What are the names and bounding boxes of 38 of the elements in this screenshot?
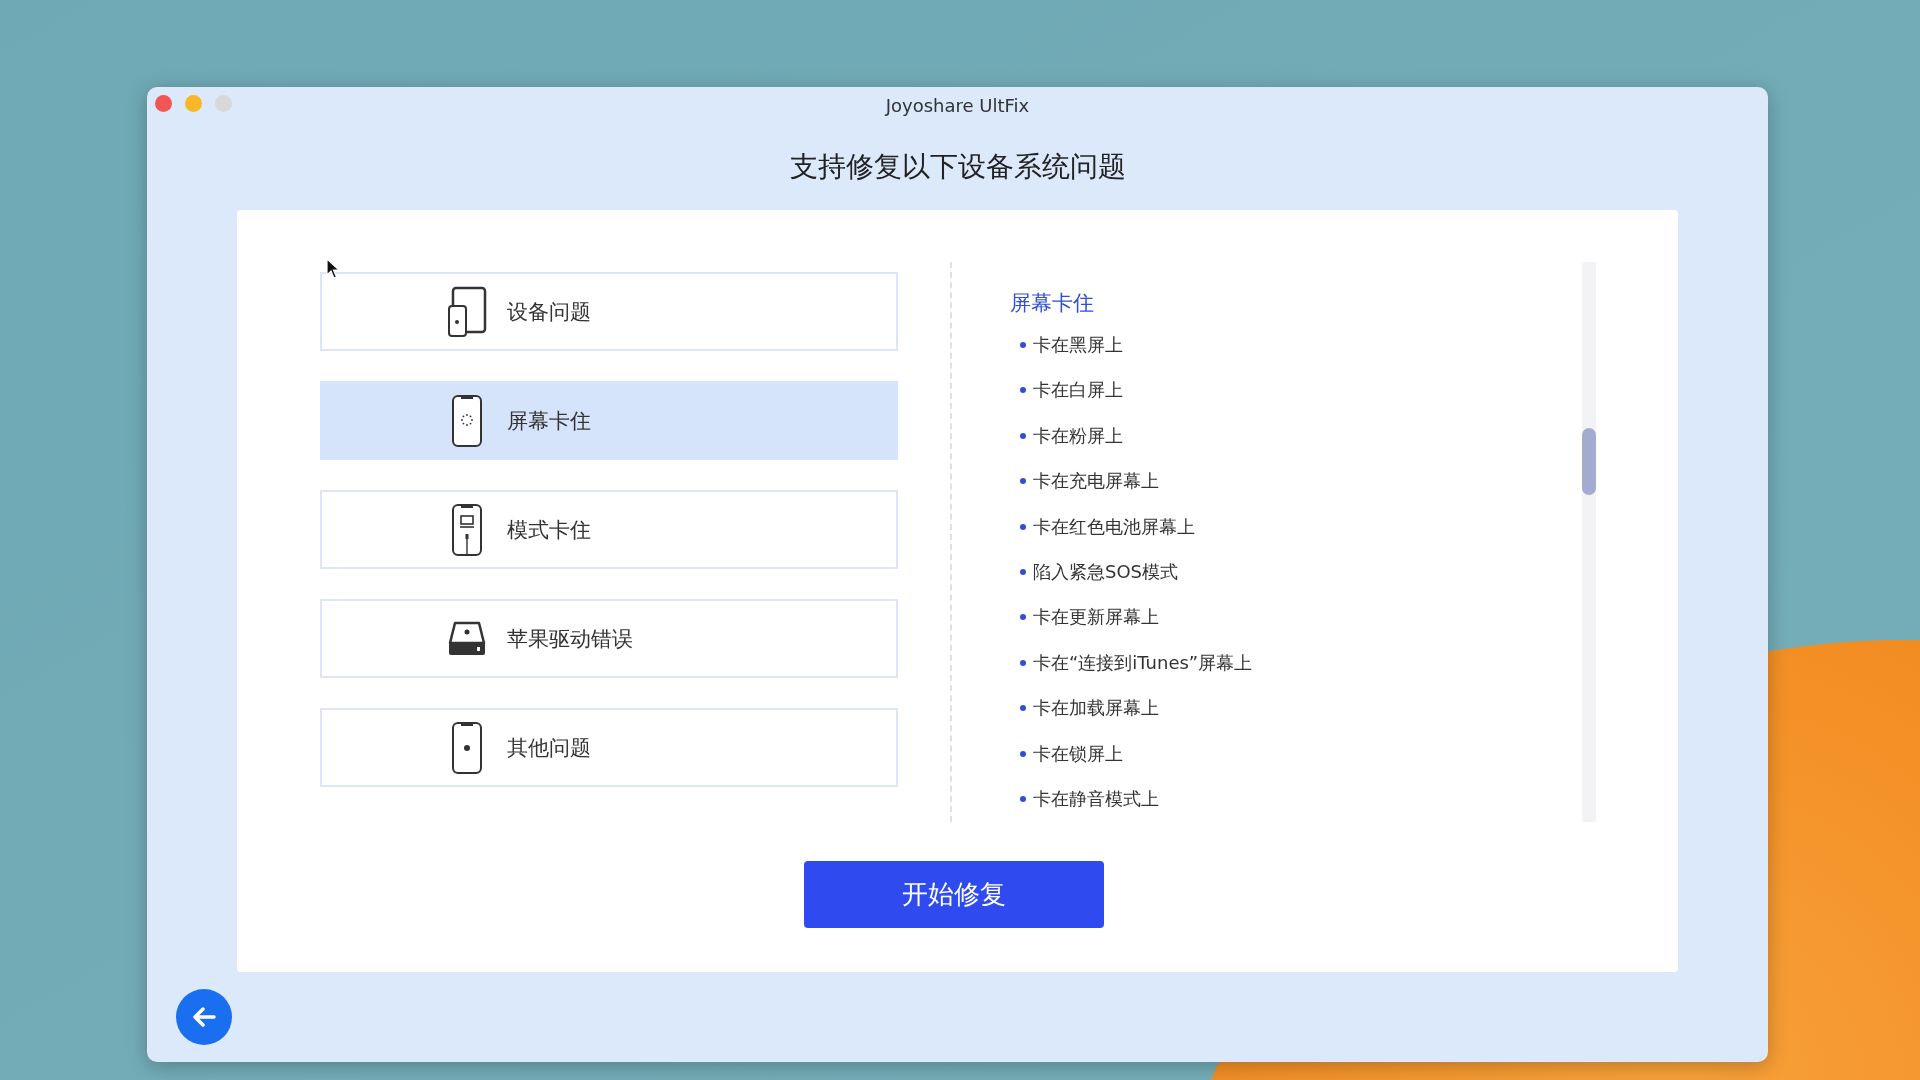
bullet-icon <box>1020 569 1026 575</box>
issue-text: 卡在加载屏幕上 <box>1033 696 1159 721</box>
issue-text: 陷入紧急SOS模式 <box>1033 560 1179 584</box>
category-item[interactable]: 设备问题 <box>320 272 898 351</box>
bullet-icon <box>1020 432 1026 439</box>
issue-text: 卡在锁屏上 <box>1033 741 1123 766</box>
issue-text: 卡在黑屏上 <box>1033 332 1123 357</box>
category-item[interactable]: 屏幕卡住 <box>320 381 898 460</box>
issue-text: 卡在白屏上 <box>1033 378 1123 403</box>
scrollbar[interactable] <box>1582 262 1596 822</box>
bullet-icon <box>1020 796 1026 803</box>
issue-text: 卡在更新屏幕上 <box>1033 605 1159 630</box>
issue-text: 卡在红色电池屏幕上 <box>1033 514 1195 539</box>
window-title: Joyoshare UltFix <box>885 94 1030 116</box>
bullet-icon <box>1020 750 1026 757</box>
close-button[interactable] <box>155 95 172 112</box>
issue-text: 卡在静音模式上 <box>1033 787 1159 812</box>
back-button[interactable] <box>176 989 232 1045</box>
minimize-button[interactable] <box>185 95 202 112</box>
category-item[interactable]: 苹果驱动错误 <box>320 599 898 678</box>
issue-text: 卡在“连接到iTunes”屏幕上 <box>1033 650 1253 675</box>
issue-text: 卡在充电屏幕上 <box>1033 469 1159 494</box>
issue-text: 卡在粉屏上 <box>1033 423 1123 448</box>
category-item[interactable]: 模式卡住 <box>320 490 898 569</box>
zoom-button[interactable] <box>215 95 232 112</box>
bullet-icon <box>1020 705 1026 712</box>
bullet-icon <box>1020 614 1026 621</box>
detail-heading: 屏幕卡住 <box>1010 290 1095 317</box>
start-repair-button[interactable]: 开始修复 <box>804 861 1104 928</box>
page-heading: 支持修复以下设备系统问题 <box>789 148 1126 185</box>
bullet-icon <box>1020 659 1026 666</box>
bullet-icon <box>1020 523 1026 530</box>
category-item[interactable]: 其他问题 <box>320 708 898 787</box>
bullet-icon <box>1020 478 1026 485</box>
cursor-icon <box>326 258 340 280</box>
bullet-icon <box>1020 341 1026 348</box>
scrollbar-thumb[interactable] <box>1582 428 1596 495</box>
bullet-icon <box>1020 387 1026 394</box>
